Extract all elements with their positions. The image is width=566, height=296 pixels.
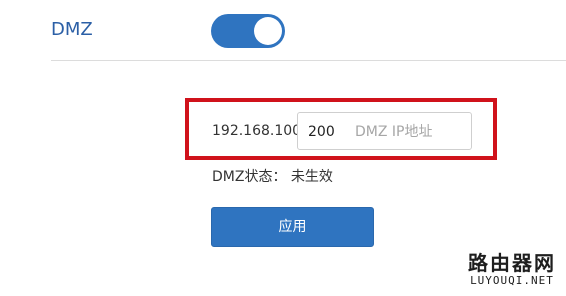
watermark-en: LUYOUQI.NET	[470, 274, 554, 287]
dmz-ip-input[interactable]: 200 DMZ IP地址	[297, 112, 472, 150]
apply-button[interactable]: 应用	[211, 207, 374, 247]
ip-prefix-label: 192.168.100.	[212, 123, 306, 139]
ip-input-placeholder: DMZ IP地址	[355, 124, 433, 140]
ip-last-octet-value: 200	[308, 124, 335, 140]
watermark-cn: 路由器网	[468, 251, 556, 275]
dmz-section-title: DMZ	[51, 19, 93, 40]
dmz-status: DMZ状态： 未生效	[212, 167, 333, 187]
watermark: 路由器网 LUYOUQI.NET	[468, 252, 556, 288]
dmz-toggle[interactable]	[211, 14, 285, 48]
section-divider	[51, 60, 566, 61]
dmz-status-label: DMZ状态：	[212, 169, 287, 185]
dmz-status-value: 未生效	[290, 169, 333, 185]
toggle-knob	[254, 17, 282, 45]
